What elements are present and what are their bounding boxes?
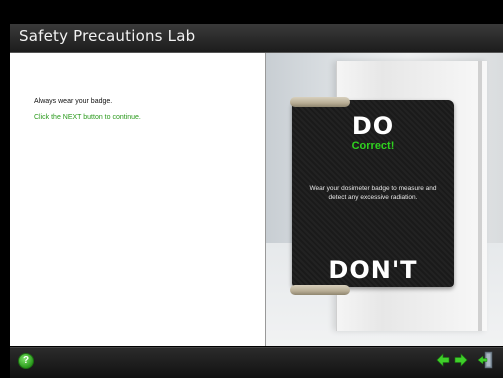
dont-label: DON'T <box>328 256 418 284</box>
title-bar: Safety Precautions Lab <box>10 24 503 53</box>
next-arrow-icon[interactable] <box>454 353 468 367</box>
page-title: Safety Precautions Lab <box>19 27 196 45</box>
dosimeter-badge-card[interactable]: DO Correct! Wear your dosimeter badge to… <box>292 100 454 287</box>
instruction-panel: Always wear your badge. Click the NEXT b… <box>10 53 266 346</box>
correct-feedback: Correct! <box>351 140 395 152</box>
exit-icon[interactable] <box>478 351 494 369</box>
instruction-text: Always wear your badge. <box>34 98 113 105</box>
bottom-toolbar: ? <box>10 347 503 378</box>
do-label: DO <box>351 112 395 140</box>
back-arrow-icon[interactable] <box>436 353 450 367</box>
locker-edge <box>478 61 482 331</box>
app-frame: Safety Precautions Lab Always wear your … <box>0 0 503 378</box>
badge-clip-bottom <box>290 285 350 295</box>
scene-panel: DO Correct! Wear your dosimeter badge to… <box>266 53 503 346</box>
continue-hint: Click the NEXT button to continue. <box>34 114 141 121</box>
help-button[interactable]: ? <box>18 353 34 369</box>
badge-description: Wear your dosimeter badge to measure and… <box>309 185 437 201</box>
badge-clip-top <box>290 97 350 107</box>
